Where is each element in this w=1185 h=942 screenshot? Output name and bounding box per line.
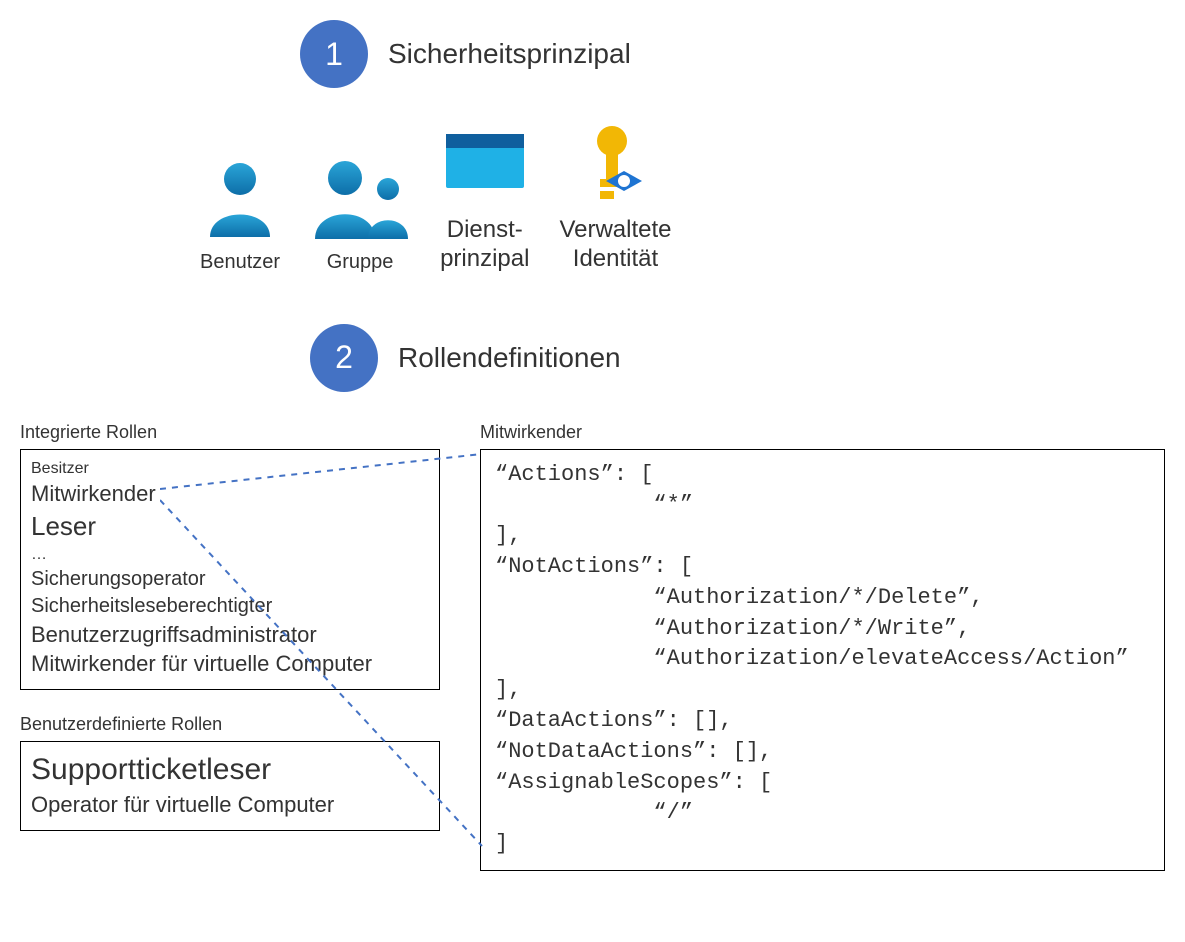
role-secreader: Sicherheitsleseberechtigter [31, 593, 429, 620]
service-principal-icon [442, 118, 528, 208]
user-icon [205, 152, 275, 242]
principal-group: Gruppe [310, 152, 410, 274]
builtin-roles-box: Besitzer Mitwirkender Leser … Sicherungs… [20, 449, 440, 690]
managed-identity-icon [580, 118, 650, 208]
role-reader: Leser [31, 509, 429, 544]
builtin-label: Integrierte Rollen [20, 422, 440, 443]
role-definition-code: “Actions”: [ “*” ], “NotActions”: [ “Aut… [480, 449, 1165, 871]
role-backup: Sicherungsoperator [31, 566, 429, 593]
custom-label: Benutzerdefinierte Rollen [20, 714, 440, 735]
principal-user-label: Benutzer [200, 250, 280, 274]
principal-group-label: Gruppe [327, 250, 394, 274]
definition-label: Mitwirkender [480, 422, 1165, 443]
step2-header: 2 Rollendefinitionen [310, 324, 1165, 392]
step2-badge: 2 [310, 324, 378, 392]
role-vmcontrib: Mitwirkender für virtuelle Computer [31, 649, 429, 679]
custom-roles-box: Supportticketleser Operator für virtuell… [20, 741, 440, 831]
principal-managed-identity: Verwaltete Identität [559, 118, 671, 274]
role-owner: Besitzer [31, 458, 429, 480]
role-ellipsis: … [31, 544, 429, 566]
role-vmop: Operator für virtuelle Computer [31, 790, 429, 820]
roles-row: Integrierte Rollen Besitzer Mitwirkender… [20, 422, 1165, 871]
step2-title: Rollendefinitionen [398, 342, 621, 374]
principal-mi-label: Verwaltete Identität [559, 216, 671, 274]
principal-user: Benutzer [200, 152, 280, 274]
step1-title: Sicherheitsprinzipal [388, 38, 631, 70]
role-ticket: Supportticketleser [31, 750, 429, 791]
role-uaa: Benutzerzugriffsadministrator [31, 620, 429, 650]
step1-header: 1 Sicherheitsprinzipal [300, 20, 1165, 88]
principals-row: Benutzer Gruppe Dienst- prinzipal [200, 118, 1165, 274]
group-icon [310, 152, 410, 242]
role-contributor: Mitwirkender [31, 479, 429, 509]
step1-badge: 1 [300, 20, 368, 88]
principal-service-label: Dienst- prinzipal [440, 216, 529, 274]
principal-service: Dienst- prinzipal [440, 118, 529, 274]
